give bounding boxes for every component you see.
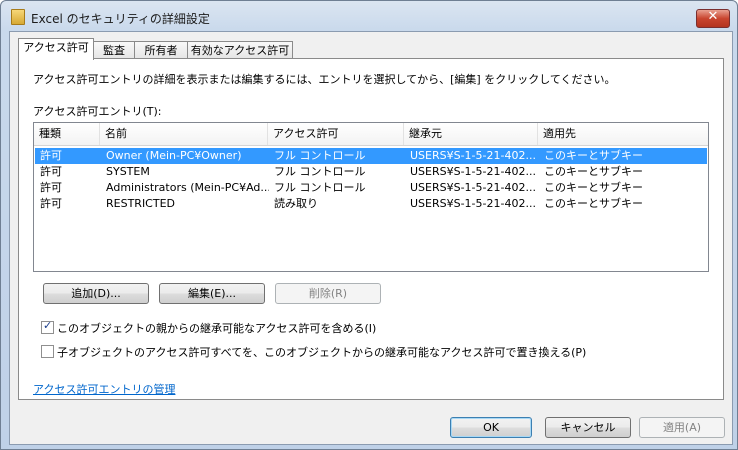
tab-effective-permissions[interactable]: 有効なアクセス許可	[187, 41, 293, 59]
row-applies-to: このキーとサブキー	[544, 197, 643, 210]
table-row[interactable]: 許可 SYSTEM フル コントロール USERS¥S-1-5-21-402..…	[35, 164, 707, 180]
row-inherited-from: USERS¥S-1-5-21-402...	[410, 197, 536, 210]
column-header-inherited-from[interactable]: 継承元	[404, 123, 538, 145]
checkmark-icon: ✓	[43, 319, 53, 332]
close-button[interactable]: ✕	[696, 9, 730, 28]
description-text: アクセス許可エントリの詳細を表示または編集するには、エントリを選択してから、[編…	[33, 73, 616, 86]
table-row[interactable]: 許可 Administrators (Mein-PC¥Ad... フル コントロ…	[35, 180, 707, 196]
list-header: 種類 名前 アクセス許可 継承元 適用先	[34, 123, 708, 146]
dialog-window: Excel のセキュリティの詳細設定 ✕ アクセス許可 監査 所有者 有効なアク…	[0, 0, 738, 450]
title-bar[interactable]: Excel のセキュリティの詳細設定 ✕	[1, 1, 737, 31]
row-applies-to: このキーとサブキー	[544, 181, 643, 194]
close-icon: ✕	[707, 9, 719, 24]
table-row[interactable]: 許可 Owner (Mein-PC¥Owner) フル コントロール USERS…	[35, 148, 707, 164]
row-type: 許可	[40, 165, 62, 178]
row-type: 許可	[40, 149, 62, 162]
row-permission: フル コントロール	[274, 181, 366, 194]
row-name: Administrators (Mein-PC¥Ad...	[106, 181, 269, 194]
column-header-name[interactable]: 名前	[100, 123, 268, 145]
row-permission: フル コントロール	[274, 149, 366, 162]
row-inherited-from: USERS¥S-1-5-21-402...	[410, 181, 536, 194]
row-applies-to: このキーとサブキー	[544, 165, 643, 178]
ok-button[interactable]: OK	[450, 417, 532, 438]
row-type: 許可	[40, 197, 62, 210]
column-header-type[interactable]: 種類	[34, 123, 100, 145]
row-permission: 読み取り	[274, 197, 318, 210]
replace-checkbox-label[interactable]: 子オブジェクトのアクセス許可すべてを、このオブジェクトからの継承可能なアクセス許…	[57, 344, 586, 360]
table-row[interactable]: 許可 RESTRICTED 読み取り USERS¥S-1-5-21-402...…	[35, 196, 707, 212]
row-applies-to: このキーとサブキー	[544, 149, 643, 162]
tab-permissions[interactable]: アクセス許可	[18, 38, 94, 60]
row-type: 許可	[40, 181, 62, 194]
tab-owner[interactable]: 所有者	[134, 41, 188, 59]
row-permission: フル コントロール	[274, 165, 366, 178]
dialog-client-area: アクセス許可 監査 所有者 有効なアクセス許可 アクセス許可エントリの詳細を表示…	[9, 31, 733, 445]
permission-entries-list[interactable]: 種類 名前 アクセス許可 継承元 適用先 許可 Owner (Mein-PC¥O…	[33, 122, 709, 272]
column-header-applies-to[interactable]: 適用先	[538, 123, 708, 145]
folder-icon	[11, 9, 25, 25]
row-inherited-from: USERS¥S-1-5-21-402...	[410, 165, 536, 178]
tab-auditing[interactable]: 監査	[93, 41, 135, 59]
replace-checkbox[interactable]	[41, 345, 54, 358]
row-inherited-from: USERS¥S-1-5-21-402...	[410, 149, 536, 162]
inherit-checkbox-label[interactable]: このオブジェクトの親からの継承可能なアクセス許可を含める(I)	[57, 320, 376, 336]
window-title: Excel のセキュリティの詳細設定	[31, 12, 210, 26]
row-name: SYSTEM	[106, 165, 150, 178]
manage-entries-link[interactable]: アクセス許可エントリの管理	[33, 381, 175, 397]
row-name: Owner (Mein-PC¥Owner)	[106, 149, 242, 162]
cancel-button[interactable]: キャンセル	[545, 417, 631, 438]
entries-label: アクセス許可エントリ(T):	[33, 105, 162, 118]
tab-panel: アクセス許可エントリの詳細を表示または編集するには、エントリを選択してから、[編…	[18, 58, 724, 400]
apply-button[interactable]: 適用(A)	[639, 417, 725, 438]
remove-button[interactable]: 削除(R)	[275, 283, 381, 304]
edit-button[interactable]: 編集(E)...	[159, 283, 265, 304]
row-name: RESTRICTED	[106, 197, 176, 210]
inherit-checkbox[interactable]: ✓	[41, 319, 54, 334]
column-header-permission[interactable]: アクセス許可	[268, 123, 404, 145]
add-button[interactable]: 追加(D)...	[43, 283, 149, 304]
